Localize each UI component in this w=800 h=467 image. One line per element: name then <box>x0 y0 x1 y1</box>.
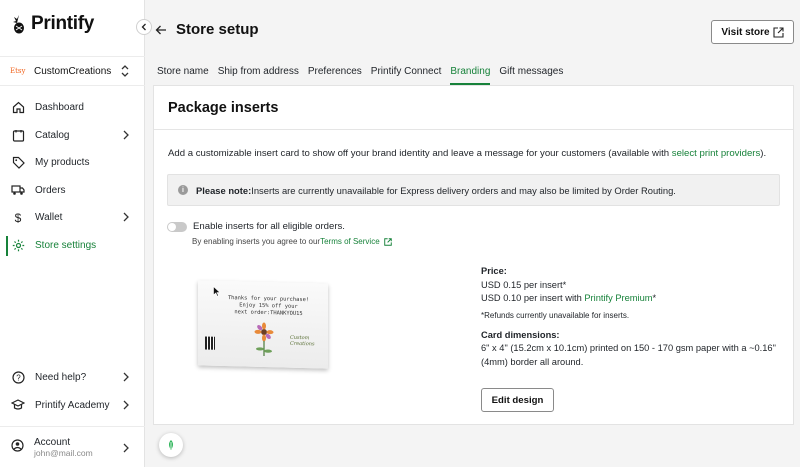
etsy-logo: Etsy <box>10 67 26 75</box>
sidebar-item-need-help[interactable]: ? Need help? <box>0 364 145 392</box>
price-line-1: USD 0.15 per insert* <box>481 279 567 290</box>
terms-text: By enabling inserts you agree to our Ter… <box>192 237 392 246</box>
sidebar-item-label: My products <box>35 157 90 169</box>
help-icon: ? <box>11 371 25 385</box>
enable-inserts-row: Enable inserts for all eligible orders. <box>167 221 345 232</box>
sidebar-item-dashboard[interactable]: Dashboard <box>0 94 145 122</box>
terms-prefix: By enabling inserts you agree to our <box>192 237 321 246</box>
leaf-icon <box>169 440 173 450</box>
dimensions-line-1: 6" x 4" (15.2cm x 10.1cm) printed on 150… <box>481 343 776 353</box>
tab-gift-messages[interactable]: Gift messages <box>499 66 563 85</box>
toggle-label: Enable inserts for all eligible orders. <box>193 221 345 232</box>
graduation-cap-icon <box>11 398 25 412</box>
flower-illustration-icon <box>254 322 274 357</box>
info-icon: i <box>178 185 188 195</box>
sidebar-item-label: Orders <box>35 184 66 196</box>
terms-of-service-link[interactable]: Terms of Service <box>320 237 380 246</box>
chevron-right-icon <box>123 400 129 409</box>
dimensions-line-2: (4mm) border all around. <box>481 356 584 367</box>
refunds-note: *Refunds currently unavailable for inser… <box>481 310 630 320</box>
chevron-right-icon <box>123 212 129 222</box>
chevron-right-icon <box>123 372 129 382</box>
select-print-providers-link[interactable]: select print providers <box>672 148 761 159</box>
gear-icon <box>11 238 25 252</box>
edit-design-button[interactable]: Edit design <box>481 388 554 412</box>
note-text: Inserts are currently unavailable for Ex… <box>251 184 676 196</box>
collapse-sidebar-button[interactable] <box>136 19 152 35</box>
store-switcher[interactable]: Etsy CustomCreations <box>0 56 145 86</box>
visit-store-label: Visit store <box>721 26 770 38</box>
card-brand-line-2: Creations <box>290 340 315 348</box>
sidebar-item-label: Dashboard <box>35 102 84 114</box>
sidebar-item-label: Printify Academy <box>35 399 110 411</box>
sidebar-item-label: Wallet <box>35 212 63 224</box>
external-link-icon <box>383 237 392 246</box>
price-line-2: USD 0.10 per insert with Printify Premiu… <box>481 292 776 306</box>
dollar-icon: $ <box>14 210 22 225</box>
printify-logo[interactable]: Printify <box>11 13 94 35</box>
sidebar-item-orders[interactable]: Orders <box>0 177 145 205</box>
chevron-left-icon <box>141 23 146 31</box>
user-icon <box>11 439 24 455</box>
chevron-right-icon <box>123 130 129 139</box>
assistant-button[interactable] <box>159 433 183 457</box>
section-heading: Package inserts <box>154 86 793 130</box>
tag-icon <box>11 156 25 170</box>
enable-inserts-toggle[interactable] <box>167 221 187 232</box>
chevron-updown-icon <box>121 65 129 77</box>
chevron-right-icon <box>123 443 129 453</box>
sidebar-bottom-nav: ? Need help? Printify Academy <box>0 364 145 419</box>
sidebar-item-label: Store settings <box>35 239 97 251</box>
price-asterisk: * <box>652 293 657 303</box>
price-label: Price: <box>481 266 507 276</box>
sidebar-nav: Dashboard Catalog My products Orders $ W… <box>0 94 145 259</box>
package-inserts-card: Package inserts Add a customizable inser… <box>153 85 794 425</box>
logo-text: Printify <box>31 13 95 34</box>
settings-tabs: Store name Ship from address Preferences… <box>157 66 572 85</box>
insert-card-message: Thanks for your purchase! Enjoy 15% off … <box>216 295 321 319</box>
account-menu[interactable]: Account john@mail.com <box>0 426 145 467</box>
sidebar-item-label: Catalog <box>35 129 70 141</box>
sidebar-item-store-settings[interactable]: Store settings <box>0 232 145 260</box>
insert-details: Price: USD 0.15 per insert* USD 0.10 per… <box>481 265 776 369</box>
svg-text:?: ? <box>16 374 21 383</box>
tab-branding[interactable]: Branding <box>450 66 491 85</box>
tab-preferences[interactable]: Preferences <box>308 66 362 85</box>
account-email: john@mail.com <box>34 447 93 458</box>
sidebar: Printify Etsy CustomCreations Dashboard … <box>0 0 145 467</box>
truck-icon <box>11 183 25 197</box>
note-bold: Please note: <box>196 184 252 196</box>
back-arrow-icon[interactable] <box>155 24 167 36</box>
card-brand-signature: Custom Creations <box>290 335 315 348</box>
pineapple-icon <box>13 15 24 34</box>
tab-ship-from-address[interactable]: Ship from address <box>218 66 299 85</box>
dimensions-label: Card dimensions: <box>481 329 560 340</box>
visit-store-button[interactable]: Visit store <box>711 20 794 44</box>
price-line-2-text: USD 0.10 per insert with <box>481 293 585 303</box>
qr-code-icon <box>205 336 215 350</box>
account-label: Account <box>34 436 71 448</box>
catalog-icon <box>11 128 25 142</box>
description-end: ). <box>760 148 767 159</box>
sidebar-item-wallet[interactable]: $ Wallet <box>0 204 145 232</box>
tab-store-name[interactable]: Store name <box>157 66 209 85</box>
mouse-cursor-icon <box>213 286 221 297</box>
card-line-3: next order:THANKYOU15 <box>234 309 303 318</box>
sidebar-item-my-products[interactable]: My products <box>0 149 145 177</box>
description-text: Add a customizable insert card to show o… <box>168 148 672 159</box>
sidebar-item-printify-academy[interactable]: Printify Academy <box>0 392 145 420</box>
tab-printify-connect[interactable]: Printify Connect <box>371 66 442 85</box>
printify-premium-link[interactable]: Printify Premium <box>584 293 652 303</box>
sidebar-item-label: Need help? <box>35 372 87 384</box>
inserts-description: Add a customizable insert card to show o… <box>168 148 766 159</box>
page-title: Store setup <box>176 21 259 38</box>
sidebar-item-catalog[interactable]: Catalog <box>0 122 145 150</box>
external-link-icon <box>773 26 784 38</box>
home-icon <box>11 101 25 115</box>
store-name: CustomCreations <box>34 65 112 77</box>
note-banner: i Please note: Inserts are currently una… <box>167 174 780 206</box>
